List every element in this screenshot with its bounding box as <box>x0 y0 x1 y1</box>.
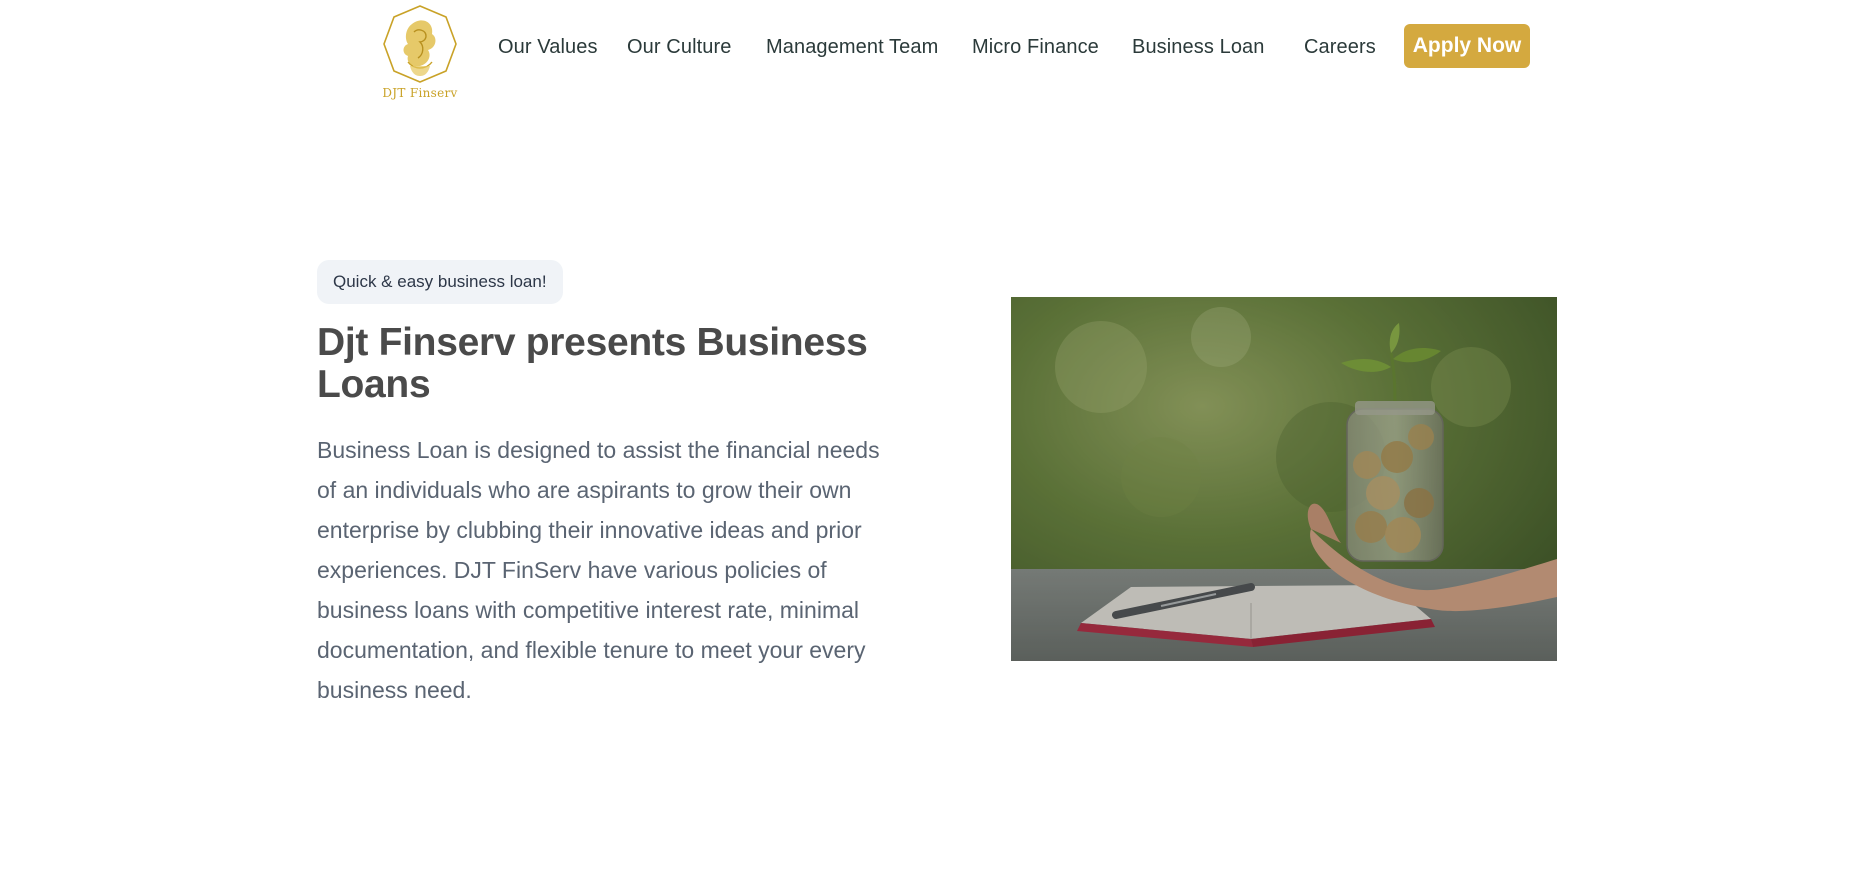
hero-title: Djt Finserv presents Business Loans <box>317 321 868 406</box>
nav-business-loan[interactable]: Business Loan <box>1132 34 1265 60</box>
site-header: DJT Finserv Our Values Our Culture Manag… <box>0 0 1859 100</box>
nav-our-culture[interactable]: Our Culture <box>627 34 731 60</box>
page: DJT Finserv Our Values Our Culture Manag… <box>0 0 1859 888</box>
nav-micro-finance[interactable]: Micro Finance <box>972 34 1099 60</box>
nav-management-team[interactable]: Management Team <box>766 34 938 60</box>
nav-our-values[interactable]: Our Values <box>498 34 598 60</box>
hero-image <box>1011 297 1557 661</box>
apply-now-button[interactable]: Apply Now <box>1404 24 1530 68</box>
coin-jar-plant-illustration <box>1011 297 1557 661</box>
hero-badge: Quick & easy business loan! <box>317 260 563 304</box>
nav-careers[interactable]: Careers <box>1304 34 1376 60</box>
hero-description: Business Loan is designed to assist the … <box>317 437 880 703</box>
main-nav: Our Values Our Culture Management Team M… <box>0 0 1859 94</box>
